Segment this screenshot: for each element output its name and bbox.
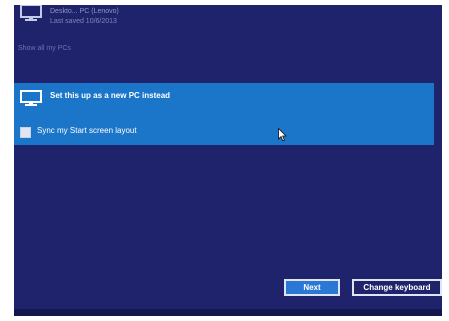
change-keyboard-button[interactable]: Change keyboard [352,279,442,296]
sync-start-screen-label: Sync my Start screen layout [37,126,137,135]
new-pc-title: Set this up as a new PC instead [50,91,171,100]
pc-name: Deskto... PC (Lenovo) [50,8,119,15]
monitor-icon [20,5,42,21]
show-all-pcs-link[interactable]: Show all my PCs [18,45,71,52]
next-button[interactable]: Next [284,279,340,296]
new-pc-tile[interactable]: Set this up as a new PC instead Sync my … [14,83,434,145]
sync-start-screen-checkbox[interactable] [20,127,31,138]
mouse-pointer-icon [278,128,287,142]
pc-last-saved: Last saved 10/6/2013 [50,18,117,25]
screen: Deskto... PC (Lenovo) Last saved 10/6/20… [0,0,449,321]
existing-pc-entry[interactable]: Deskto... PC (Lenovo) Last saved 10/6/20… [14,5,442,35]
monitor-icon [20,90,42,106]
setup-panel: Deskto... PC (Lenovo) Last saved 10/6/20… [14,5,442,316]
panel-bottom-edge [14,309,442,316]
